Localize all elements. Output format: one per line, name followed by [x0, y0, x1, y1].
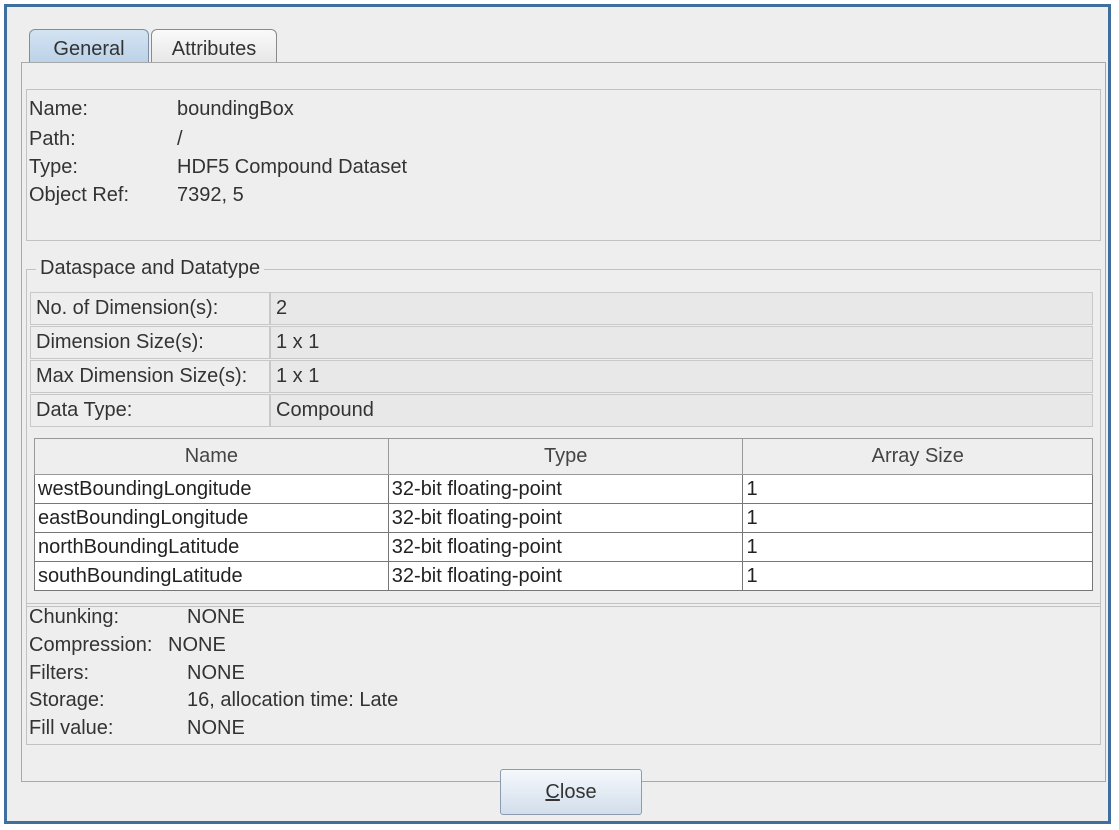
dim-row-datatype: Data Type: Compound	[30, 394, 1093, 427]
chunking-label: Chunking:	[29, 606, 120, 628]
field-name-cell[interactable]: southBoundingLatitude	[34, 561, 389, 591]
path-value: /	[177, 128, 183, 150]
type-value: HDF5 Compound Dataset	[177, 156, 408, 178]
field-array-size-cell[interactable]: 1	[742, 532, 1093, 562]
chunking-value: NONE	[187, 606, 245, 628]
object-info-box: Name: boundingBox Path: / Type: HDF5 Com…	[26, 89, 1101, 241]
fill-value-value: NONE	[187, 717, 245, 739]
storage-value: 16, allocation time: Late	[187, 689, 399, 711]
close-mnemonic: C	[545, 781, 560, 803]
field-type-cell[interactable]: 32-bit floating-point	[387, 532, 744, 562]
properties-window: General Attributes Name: boundingBox Pat…	[4, 4, 1111, 824]
table-row[interactable]: eastBoundingLongitude 32-bit floating-po…	[34, 503, 1093, 533]
storage-label: Storage:	[29, 689, 105, 711]
field-name-cell[interactable]: eastBoundingLongitude	[34, 503, 389, 533]
table-header-row: Name Type Array Size	[34, 438, 1093, 475]
filters-label: Filters:	[29, 662, 89, 684]
path-label: Path:	[29, 128, 76, 150]
table-row[interactable]: northBoundingLatitude 32-bit floating-po…	[34, 532, 1093, 562]
data-type-label: Data Type:	[30, 394, 270, 427]
name-label: Name:	[29, 98, 88, 120]
general-tab-panel: Name: boundingBox Path: / Type: HDF5 Com…	[21, 62, 1106, 782]
field-type-cell[interactable]: 32-bit floating-point	[387, 474, 744, 504]
filters-value: NONE	[187, 662, 245, 684]
compound-fields-table: Name Type Array Size westBoundingLongitu…	[34, 438, 1093, 591]
data-type-value: Compound	[270, 394, 1093, 427]
dim-count-value: 2	[270, 292, 1093, 325]
dataspace-group-title: Dataspace and Datatype	[36, 257, 265, 280]
compression-value: NONE	[168, 634, 226, 656]
fill-value-label: Fill value:	[29, 717, 114, 739]
dim-row-max: Max Dimension Size(s): 1 x 1	[30, 360, 1093, 393]
field-name-cell[interactable]: northBoundingLatitude	[34, 532, 389, 562]
dim-size-label: Dimension Size(s):	[30, 326, 270, 359]
field-array-size-cell[interactable]: 1	[742, 503, 1093, 533]
column-header-array-size[interactable]: Array Size	[742, 438, 1093, 475]
field-array-size-cell[interactable]: 1	[742, 474, 1093, 504]
object-ref-label: Object Ref:	[29, 184, 130, 206]
table-row[interactable]: southBoundingLatitude 32-bit floating-po…	[34, 561, 1093, 591]
column-header-name[interactable]: Name	[34, 438, 389, 475]
close-button[interactable]: Close	[500, 769, 642, 815]
table-row[interactable]: westBoundingLongitude 32-bit floating-po…	[34, 474, 1093, 504]
field-array-size-cell[interactable]: 1	[742, 561, 1093, 591]
storage-info-box: Chunking: NONE Compression: NONE Filters…	[26, 603, 1101, 745]
max-dim-size-value: 1 x 1	[270, 360, 1093, 393]
dim-size-value: 1 x 1	[270, 326, 1093, 359]
type-label: Type:	[29, 156, 78, 178]
name-value: boundingBox	[177, 98, 294, 120]
dim-row-count: No. of Dimension(s): 2	[30, 292, 1093, 325]
dim-count-label: No. of Dimension(s):	[30, 292, 270, 325]
field-type-cell[interactable]: 32-bit floating-point	[387, 561, 744, 591]
object-ref-value: 7392, 5	[177, 184, 244, 206]
close-button-label: lose	[559, 781, 597, 803]
max-dim-size-label: Max Dimension Size(s):	[30, 360, 270, 393]
compression-label: Compression:	[29, 634, 153, 656]
field-type-cell[interactable]: 32-bit floating-point	[387, 503, 744, 533]
dim-row-size: Dimension Size(s): 1 x 1	[30, 326, 1093, 359]
field-name-cell[interactable]: westBoundingLongitude	[34, 474, 389, 504]
column-header-type[interactable]: Type	[387, 438, 744, 475]
